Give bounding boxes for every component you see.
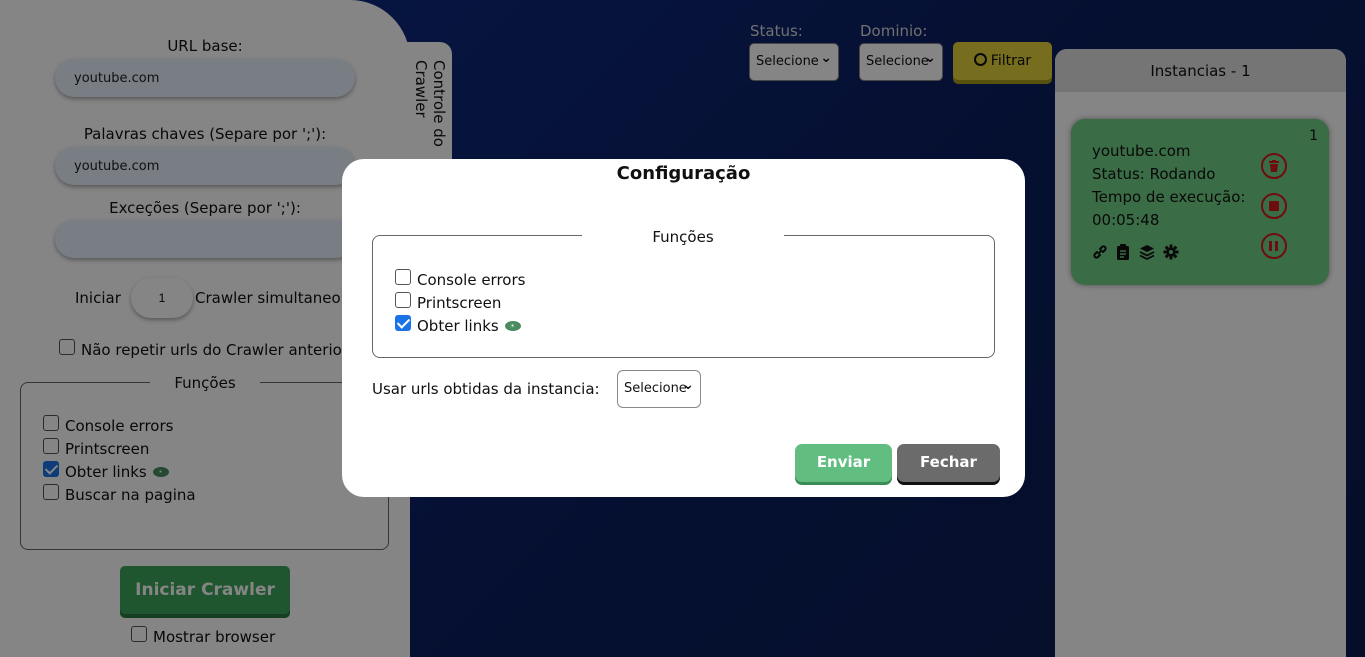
modal-printscreen-label: Printscreen	[417, 294, 502, 312]
modal-console-errors-label: Console errors	[417, 271, 526, 289]
modal-obter-links-row: Obter links	[417, 317, 523, 335]
eye-icon[interactable]	[504, 321, 523, 332]
use-urls-select[interactable]: Selecione	[617, 367, 701, 408]
modal-console-errors-checkbox[interactable]	[395, 269, 411, 285]
close-button[interactable]: Fechar	[897, 444, 1000, 482]
send-button[interactable]: Enviar	[795, 444, 892, 482]
modal-functions-legend: Funções	[582, 228, 784, 246]
modal-obter-links-checkbox[interactable]	[395, 315, 411, 331]
use-urls-label: Usar urls obtidas da instancia:	[372, 380, 600, 398]
modal-printscreen-checkbox[interactable]	[395, 292, 411, 308]
modal-title: Configuração	[616, 163, 751, 184]
configuration-modal: Configuração Funções Console errors Prin…	[342, 159, 1025, 497]
modal-obter-links-label: Obter links	[417, 317, 499, 335]
